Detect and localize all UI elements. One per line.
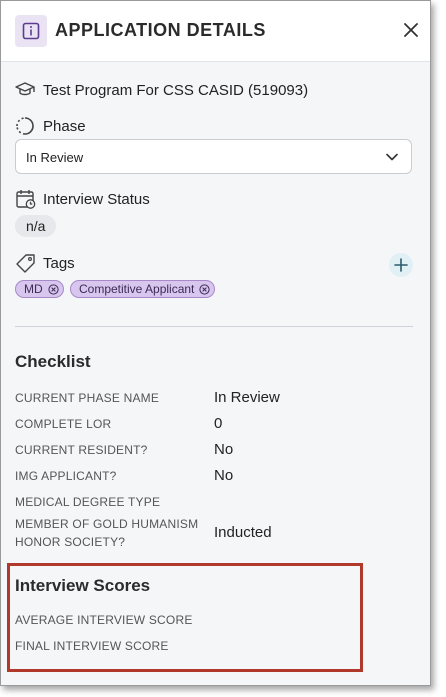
remove-tag-icon[interactable] [199,283,211,295]
checklist-field-label: IMG APPLICANT? [15,469,117,483]
close-button[interactable] [400,19,422,41]
calendar-clock-icon [15,188,37,210]
program-row: Test Program For CSS CASID (519093) [15,81,308,99]
checklist-field-value: Inducted [214,524,272,541]
phase-progress-icon [15,116,35,136]
checklist-title: Checklist [15,352,91,371]
checklist-field-label: COMPLETE LOR [15,417,112,431]
phase-header: Phase [15,116,86,136]
tags-header: Tags [15,252,75,274]
checklist-field-label: MEMBER OF GOLD HUMANISM HONOR SOCIETY? [15,517,199,549]
tags-label: Tags [43,254,75,272]
interview-scores-highlight-box [7,563,363,672]
info-icon [15,15,47,47]
tag-chip: MD [15,280,64,298]
phase-select-value: In Review [26,150,84,165]
checklist-field-value: In Review [214,389,280,406]
checklist-field-value: 0 [214,415,223,432]
section-divider [15,326,413,327]
checklist-field-value: No [214,467,234,484]
tag-icon [15,252,37,274]
phase-label: Phase [43,117,86,135]
add-tag-button[interactable] [389,253,413,277]
phase-select[interactable]: In Review [15,139,412,174]
tag-chip: Competitive Applicant [70,280,216,298]
panel-header: APPLICATION DETAILS [1,1,430,62]
application-details-panel: APPLICATION DETAILS Test Program For CSS… [0,0,431,686]
tag-chip-label: MD [24,282,43,296]
checklist-field-value: No [214,441,234,458]
graduation-cap-icon [15,81,35,99]
program-label: Test Program For CSS CASID (519093) [43,81,309,99]
interview-status-header: Interview Status [15,188,150,210]
plus-icon [394,258,408,272]
interview-status-badge: n/a [15,215,57,237]
checklist-field-label: CURRENT PHASE NAME [15,391,160,405]
checklist-field-label: CURRENT RESIDENT? [15,443,148,457]
panel-title: APPLICATION DETAILS [55,20,266,40]
tag-chip-label: Competitive Applicant [79,282,195,296]
chevron-down-icon [385,150,399,169]
close-icon [404,23,418,37]
interview-status-label: Interview Status [43,190,150,208]
remove-tag-icon[interactable] [48,283,59,295]
checklist-field-label: MEDICAL DEGREE TYPE [15,495,161,509]
